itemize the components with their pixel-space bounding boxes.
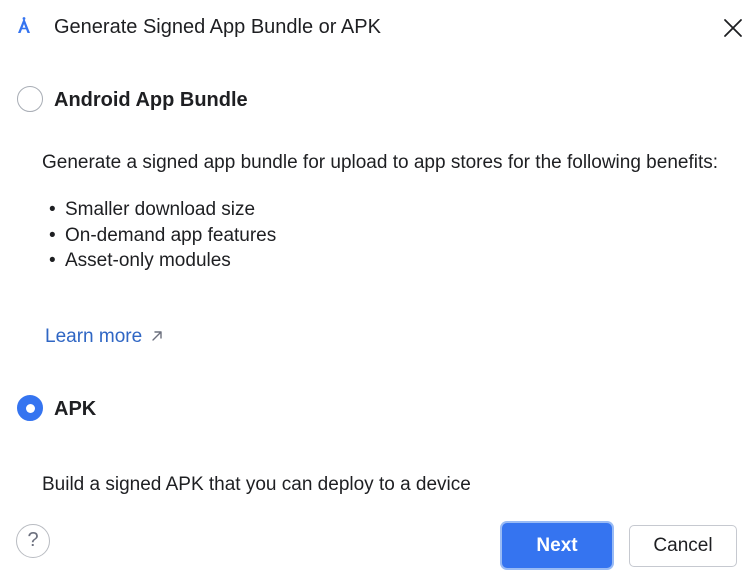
learn-more-label: Learn more (45, 326, 143, 347)
radio-android-app-bundle[interactable] (17, 86, 43, 112)
android-studio-icon (14, 16, 34, 36)
next-button[interactable]: Next (502, 523, 612, 568)
help-button[interactable]: ? (16, 524, 50, 558)
option-label-android-app-bundle[interactable]: Android App Bundle (54, 89, 248, 111)
apk-description: Build a signed APK that you can deploy t… (42, 474, 471, 495)
cancel-button[interactable]: Cancel (629, 525, 737, 567)
option-label-apk[interactable]: APK (54, 398, 96, 420)
list-item: • Smaller download size (49, 199, 256, 220)
external-link-arrow-icon (150, 327, 164, 349)
list-item: • Asset-only modules (49, 250, 231, 271)
learn-more-link[interactable]: Learn more (45, 326, 164, 349)
benefits-list: • Smaller download size • On-demand app fe… (49, 197, 276, 274)
radio-apk[interactable] (17, 395, 43, 421)
close-icon[interactable] (718, 13, 748, 43)
list-item: • On-demand app features (49, 224, 277, 246)
generate-signed-bundle-dialog: Generate Signed App Bundle or APK Androi… (0, 0, 755, 578)
title-bar: Generate Signed App Bundle or APK (0, 0, 755, 54)
dialog-title: Generate Signed App Bundle or APK (54, 16, 381, 38)
bundle-description: Generate a signed app bundle for upload … (42, 152, 719, 173)
